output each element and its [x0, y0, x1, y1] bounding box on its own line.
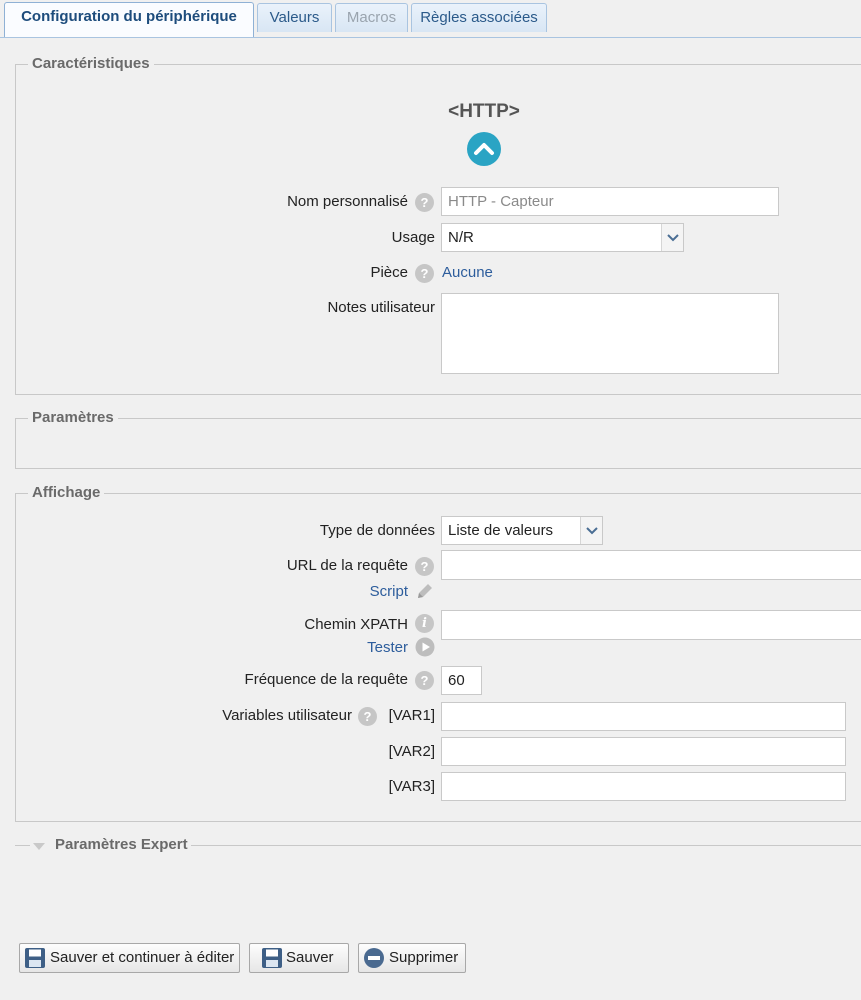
tab-macros[interactable]: Macros [335, 3, 408, 32]
expert-toggle[interactable]: Paramètres Expert [30, 836, 191, 856]
var2-input[interactable] [442, 738, 845, 765]
usage-value: N/R [448, 229, 474, 246]
characteristics-legend: Caractéristiques [28, 55, 154, 72]
var3-label: [VAR3] [388, 778, 435, 795]
help-icon[interactable]: ? [415, 557, 434, 576]
display-legend: Affichage [28, 484, 105, 501]
var3-input[interactable] [442, 773, 845, 800]
xpath-input[interactable] [442, 611, 861, 639]
save-continue-label: Sauver et continuer à éditer [50, 949, 235, 966]
delete-label: Supprimer [389, 949, 459, 966]
notes-label: Notes utilisateur [327, 299, 435, 316]
data-type-value: Liste de valeurs [448, 522, 554, 539]
var1-input[interactable] [442, 703, 845, 730]
frequency-label: Fréquence de la requête [244, 671, 408, 688]
chevron-down-icon [580, 517, 602, 544]
minus-circle-icon [363, 947, 385, 979]
help-icon[interactable]: ? [415, 264, 434, 283]
device-title: <HTTP> [448, 101, 520, 122]
pencil-icon[interactable] [415, 581, 435, 601]
test-link[interactable]: Tester [367, 639, 408, 656]
tab-device-configuration[interactable]: Configuration du périphérique [4, 2, 254, 37]
usage-label: Usage [391, 229, 435, 246]
expert-label: Paramètres Expert [55, 836, 188, 853]
save-continue-button[interactable]: Sauver et continuer à éditer [19, 943, 240, 973]
chevron-down-icon [661, 224, 683, 251]
floppy-disk-icon [261, 947, 283, 979]
data-type-select[interactable]: Liste de valeurs [441, 516, 603, 545]
user-variables-label: Variables utilisateur [222, 707, 352, 724]
usage-select[interactable]: N/R [441, 223, 684, 252]
url-input[interactable] [442, 551, 861, 579]
frequency-input[interactable] [442, 667, 481, 694]
custom-name-label: Nom personnalisé [287, 193, 408, 210]
tab-bar: Configuration du périphérique Valeurs Ma… [0, 0, 861, 38]
xpath-input-wrap [441, 610, 861, 640]
url-input-wrap [441, 550, 861, 580]
custom-name-input-wrap [441, 187, 779, 216]
tab-associated-rules[interactable]: Règles associées [411, 3, 547, 32]
info-icon[interactable]: i [415, 614, 434, 633]
var1-input-wrap [441, 702, 846, 731]
url-label: URL de la requête [286, 557, 408, 574]
var1-label: [VAR1] [388, 707, 435, 724]
xpath-label: Chemin XPATH [304, 616, 408, 633]
tab-values[interactable]: Valeurs [257, 3, 332, 32]
parameters-legend: Paramètres [28, 409, 118, 426]
room-link[interactable]: Aucune [442, 264, 493, 281]
data-type-label: Type de données [319, 522, 435, 539]
help-icon[interactable]: ? [415, 193, 434, 212]
parameters-section: Paramètres [15, 409, 861, 469]
help-icon[interactable]: ? [358, 707, 377, 726]
script-link[interactable]: Script [370, 583, 408, 600]
save-label: Sauver [286, 949, 334, 966]
custom-name-input[interactable] [442, 188, 778, 215]
chevron-up-icon[interactable] [467, 132, 501, 166]
triangle-down-icon [33, 843, 45, 850]
help-icon[interactable]: ? [415, 671, 434, 690]
notes-textarea-wrap [441, 293, 779, 374]
floppy-disk-icon [24, 947, 46, 979]
room-label: Pièce [370, 264, 408, 281]
save-button[interactable]: Sauver [249, 943, 349, 973]
notes-textarea[interactable] [442, 294, 778, 373]
var3-input-wrap [441, 772, 846, 801]
play-icon[interactable] [415, 637, 435, 657]
var2-label: [VAR2] [388, 743, 435, 760]
var2-input-wrap [441, 737, 846, 766]
delete-button[interactable]: Supprimer [358, 943, 466, 973]
frequency-input-wrap [441, 666, 482, 695]
